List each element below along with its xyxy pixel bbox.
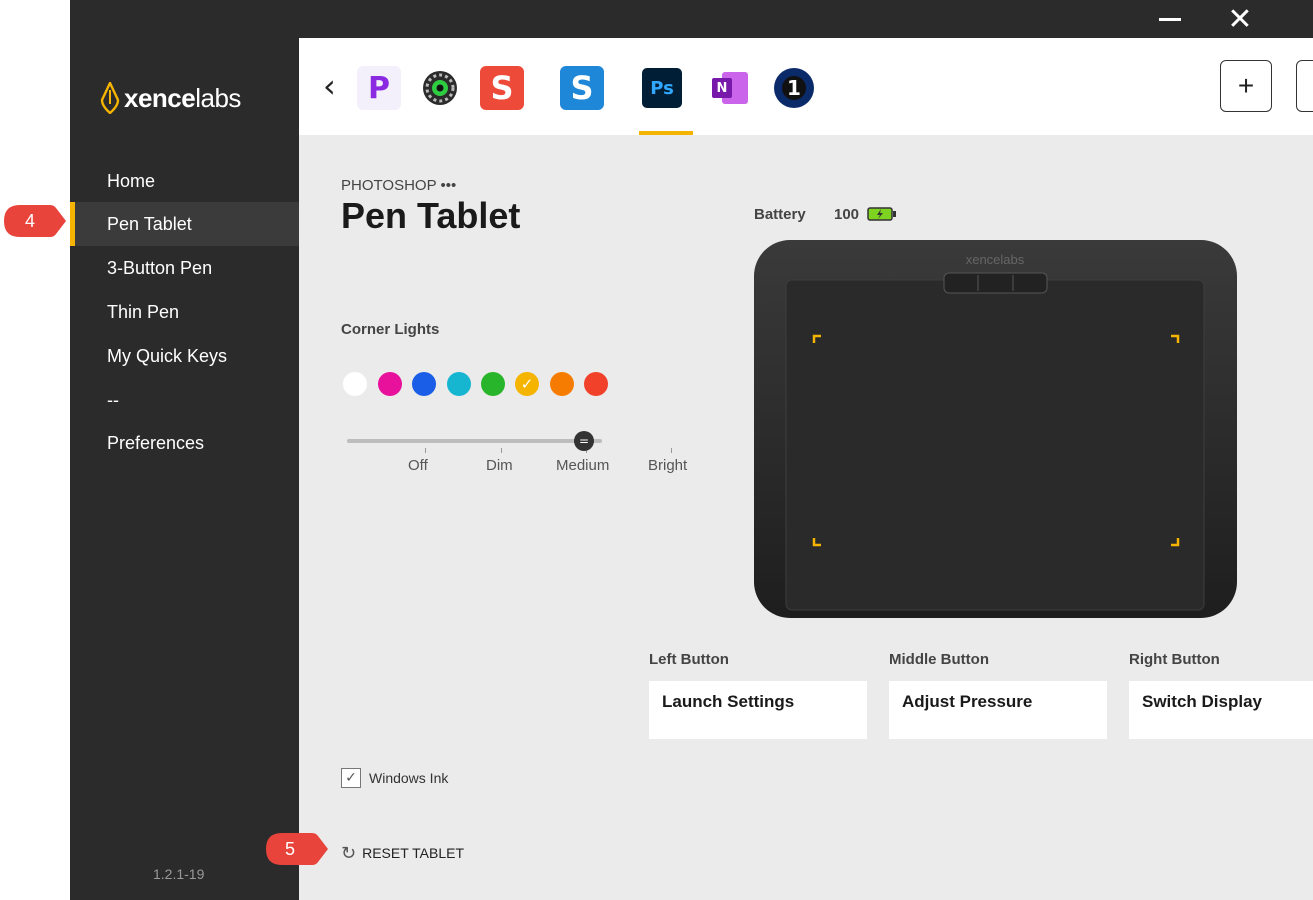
app-icon-onenote[interactable]: N	[710, 70, 750, 106]
sidebar-item-my-quick-keys[interactable]: My Quick Keys	[70, 334, 299, 378]
callout-5-shape	[266, 833, 328, 865]
middle-button-label: Middle Button	[889, 651, 989, 668]
add-app-button[interactable]: +	[1220, 60, 1272, 112]
color-swatch-orange[interactable]	[550, 372, 574, 396]
callout-4: 4	[0, 201, 68, 241]
close-button[interactable]: ✕	[1210, 0, 1270, 38]
main-content: PHOTOSHOP ••• Pen Tablet Corner Lights ✓…	[299, 135, 1313, 900]
sidebar-item-label: Thin Pen	[107, 301, 180, 322]
sidebar-item-pen-tablet[interactable]: Pen Tablet	[70, 202, 299, 246]
app-letter: S	[490, 69, 514, 107]
sidebar-item-home[interactable]: Home	[70, 159, 299, 203]
color-swatch-white[interactable]	[343, 372, 367, 396]
color-swatch-cyan[interactable]	[447, 372, 471, 396]
minimize-icon	[1159, 17, 1181, 21]
color-swatch-green[interactable]	[481, 372, 505, 396]
right-button-label: Right Button	[1129, 651, 1220, 668]
checkmark-icon: ✓	[520, 375, 534, 393]
left-button-setting[interactable]: Launch Settings	[649, 681, 867, 739]
sidebar-item-label: Pen Tablet	[107, 213, 192, 234]
sidebar-item-label: Home	[107, 170, 156, 191]
windows-ink-row[interactable]: ✓ Windows Ink	[341, 766, 448, 790]
title-bar: ✕	[70, 0, 1313, 38]
callout-5-text: 5	[284, 838, 295, 859]
app-window: ✕ xence labs Home Pen Tablet 3-Button Pen…	[70, 0, 1313, 900]
close-icon: ✕	[1227, 1, 1253, 37]
battery-label: Battery	[754, 206, 806, 223]
sidebar-item-label: 3-Button Pen	[107, 257, 213, 278]
windows-ink-checkbox[interactable]: ✓	[341, 768, 361, 788]
callout-4-text: 4	[24, 210, 35, 231]
slider-tick	[501, 448, 502, 453]
sidebar-item-preferences[interactable]: Preferences	[70, 421, 299, 465]
app-letter: P	[368, 70, 390, 106]
logo-bold-text: xence	[124, 82, 196, 113]
xencelabs-logo: xence labs	[100, 78, 241, 118]
onenote-letter: N	[712, 78, 732, 98]
color-swatch-blue[interactable]	[412, 372, 436, 396]
slider-label-off: Off	[408, 457, 428, 474]
reset-tablet-button[interactable]: ↻ RESET TABLET	[341, 841, 464, 865]
tablet-brand-text: xencelabs	[966, 252, 1025, 267]
slider-tick	[425, 448, 426, 453]
color-swatch-magenta[interactable]	[378, 372, 402, 396]
slider-label-medium: Medium	[556, 457, 610, 474]
sidebar-item-label: Preferences	[107, 432, 205, 453]
app-icon-capture-one[interactable]: 1	[774, 68, 814, 108]
brightness-slider-thumb[interactable]: =	[574, 431, 594, 451]
app-letter: S	[570, 69, 594, 107]
reset-tablet-label: RESET TABLET	[362, 845, 465, 861]
logo-light-text: labs	[195, 82, 241, 113]
gear-app-icon	[423, 71, 457, 105]
checkmark-icon: ✓	[345, 770, 357, 786]
refresh-icon: ↻	[341, 842, 357, 864]
right-button-setting[interactable]: Switch Display	[1129, 681, 1313, 739]
sidebar-item-thin-pen[interactable]: Thin Pen	[70, 290, 299, 334]
corner-lights-label: Corner Lights	[341, 321, 440, 338]
app-letter: 1	[782, 76, 806, 100]
app-name-label[interactable]: PHOTOSHOP •••	[341, 177, 456, 194]
callout-5: 5	[262, 829, 330, 869]
app-letter: Ps	[650, 77, 674, 99]
middle-button-setting[interactable]: Adjust Pressure	[889, 681, 1107, 739]
battery-charging-icon	[867, 207, 896, 221]
sidebar-item-3-button-pen[interactable]: 3-Button Pen	[70, 246, 299, 290]
plus-icon: +	[1237, 70, 1255, 101]
app-icon-snagit-red[interactable]: S	[480, 66, 524, 110]
chevron-left-icon[interactable]: ‹	[323, 70, 336, 102]
app-icon-purple-p[interactable]: P	[357, 66, 401, 110]
app-icon-photoshop[interactable]: Ps	[642, 68, 682, 108]
left-button-label: Left Button	[649, 651, 729, 668]
minimize-button[interactable]	[1140, 0, 1200, 38]
brightness-slider-track[interactable]	[347, 439, 602, 443]
slider-label-dim: Dim	[486, 457, 513, 474]
slider-label-bright: Bright	[648, 457, 688, 474]
settings-button[interactable]	[1296, 60, 1313, 112]
sidebar-item-label: --	[107, 389, 119, 410]
sidebar: xence labs Home Pen Tablet 3-Button Pen T…	[70, 38, 299, 900]
app-icon-gear-app[interactable]	[418, 66, 462, 110]
color-swatch-yellow[interactable]: ✓	[515, 372, 539, 396]
windows-ink-label: Windows Ink	[369, 770, 449, 786]
battery-value: 100	[834, 206, 860, 223]
sidebar-item-separator[interactable]: --	[70, 378, 299, 422]
pen-nib-logo-icon	[100, 82, 120, 114]
app-icon-snagit-blue[interactable]: S	[560, 66, 604, 110]
sidebar-item-label: My Quick Keys	[107, 345, 228, 366]
color-swatch-red[interactable]	[584, 372, 608, 396]
slider-tick	[671, 448, 672, 453]
pen-tablet-illustration: xencelabs	[754, 240, 1237, 618]
app-bar: ‹ P S S Ps N 1 +	[299, 38, 1313, 135]
page-title: Pen Tablet	[341, 195, 521, 236]
